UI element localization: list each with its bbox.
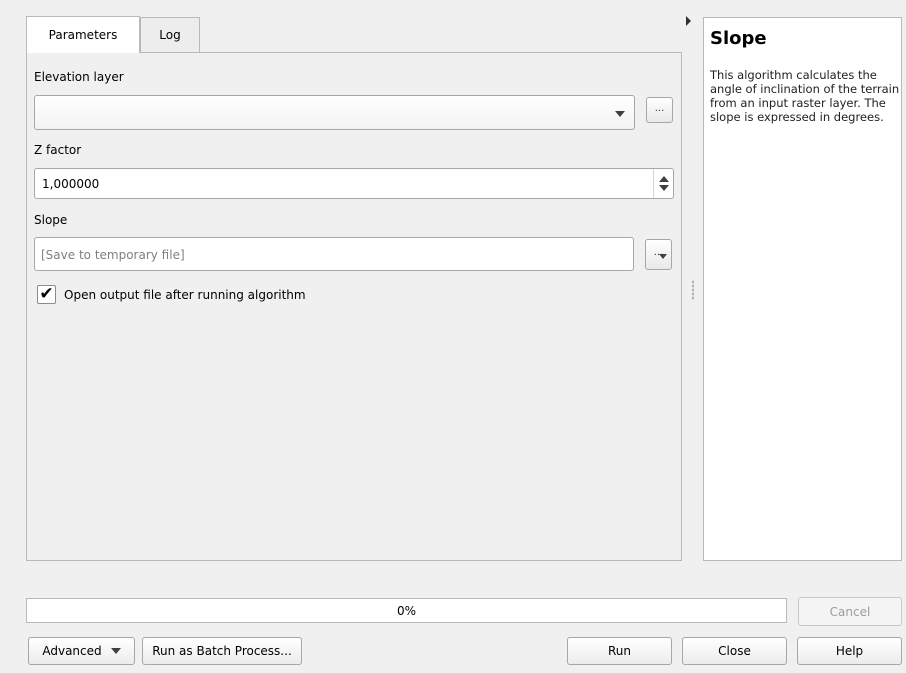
slope-output-field[interactable]: [Save to temporary file] [34,237,634,271]
elevation-browse-button[interactable]: ... [646,97,673,123]
close-button[interactable]: Close [682,637,787,665]
splitter-handle[interactable] [692,280,694,300]
slope-output-placeholder: [Save to temporary file] [41,248,185,262]
elevation-layer-label: Elevation layer [34,70,124,84]
advanced-button[interactable]: Advanced [28,637,135,665]
help-text: This algorithm calculates the angle of i… [710,68,900,124]
chevron-down-icon [110,648,121,654]
help-button[interactable]: Help [797,637,902,665]
checkmark-icon: ✔ [39,284,54,304]
slope-output-label: Slope [34,213,68,227]
run-batch-button[interactable]: Run as Batch Process... [142,637,302,665]
slope-output-browse-button[interactable]: ... [645,239,672,270]
open-output-label: Open output file after running algorithm [64,288,306,302]
spin-up-icon[interactable] [659,176,669,182]
progress-bar: 0% [26,598,787,623]
collapse-arrow-icon[interactable] [686,16,691,26]
help-title: Slope [710,28,767,49]
tab-parameters-label: Parameters [48,28,118,42]
chevron-down-icon [659,254,667,259]
z-factor-spinbox[interactable]: 1,000000 [34,168,674,199]
tab-parameters[interactable]: Parameters [26,16,140,53]
z-factor-value: 1,000000 [42,177,100,191]
help-panel: Slope This algorithm calculates the angl… [703,17,902,561]
tab-log[interactable]: Log [140,17,200,52]
z-factor-label: Z factor [34,143,82,157]
elevation-layer-combo[interactable] [34,95,635,130]
chevron-down-icon [615,111,625,117]
tab-log-label: Log [159,28,181,42]
advanced-button-label: Advanced [42,644,102,658]
open-output-checkbox[interactable]: ✔ [37,285,56,304]
spin-arrows[interactable] [653,169,673,198]
spin-down-icon[interactable] [659,185,669,191]
cancel-button[interactable]: Cancel [798,597,902,626]
progress-text: 0% [396,604,417,618]
run-button[interactable]: Run [567,637,672,665]
